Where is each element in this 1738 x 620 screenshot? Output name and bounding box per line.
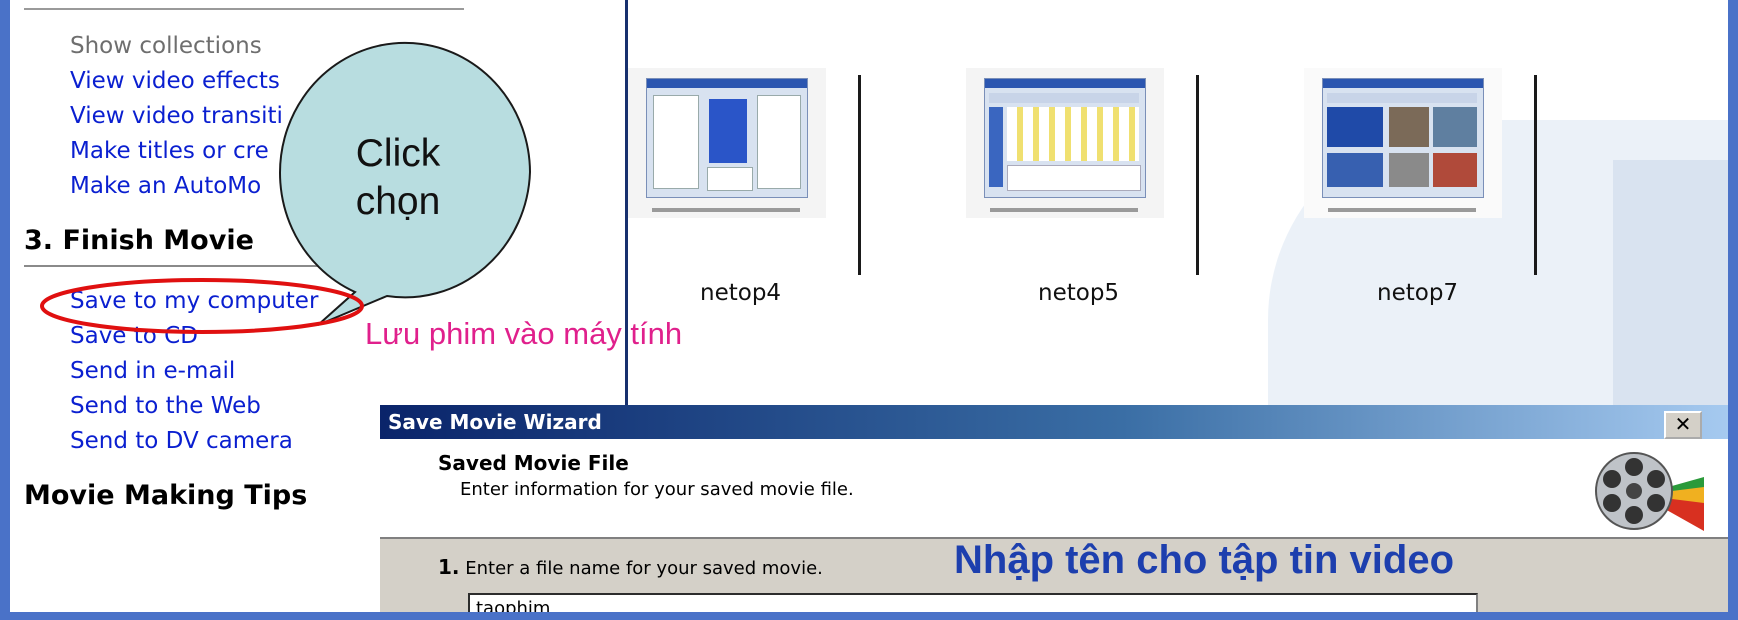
show-collections-link[interactable]: Show collections xyxy=(70,33,262,59)
finish-movie-heading: 3. Finish Movie xyxy=(24,225,254,256)
filename-input[interactable] xyxy=(468,593,1478,612)
save-annotation: Lưu phim vào máy tính xyxy=(365,316,683,351)
thumbnail-label: netop4 xyxy=(700,280,782,306)
callout-line: chọn xyxy=(355,180,441,223)
save-to-computer-link[interactable]: Save to my computer xyxy=(70,288,318,314)
step-text: Enter a file name for your saved movie. xyxy=(465,558,823,579)
filename-annotation: Nhập tên cho tập tin video xyxy=(954,538,1455,582)
clip-thumbnail[interactable] xyxy=(628,68,826,218)
save-to-cd-link[interactable]: Save to CD xyxy=(70,323,198,349)
slide-canvas: Show collections View video effects View… xyxy=(10,0,1728,612)
send-in-email-link[interactable]: Send in e-mail xyxy=(70,358,235,384)
section-divider xyxy=(24,265,464,267)
wizard-header-title: Saved Movie File xyxy=(438,451,629,475)
filename-step-label: 1. Enter a file name for your saved movi… xyxy=(438,555,823,579)
movie-making-tips-heading: Movie Making Tips xyxy=(24,480,308,511)
view-video-effects-link[interactable]: View video effects xyxy=(70,68,280,94)
thumbnail-label: netop5 xyxy=(1038,280,1120,306)
thumbnail-divider xyxy=(1534,75,1537,275)
send-to-web-link[interactable]: Send to the Web xyxy=(70,393,261,419)
make-titles-link[interactable]: Make titles or cre xyxy=(70,138,269,164)
thumbnail-divider xyxy=(1196,75,1199,275)
dialog-title: Save Movie Wizard xyxy=(388,410,602,434)
make-automovie-link[interactable]: Make an AutoMo xyxy=(70,173,261,199)
callout-line: Click xyxy=(355,132,441,175)
thumbnail-label: netop7 xyxy=(1377,280,1459,306)
thumbnail-image xyxy=(984,78,1146,198)
view-video-transitions-link[interactable]: View video transiti xyxy=(70,103,283,129)
thumbnail-divider xyxy=(858,75,861,275)
wizard-header-subtitle: Enter information for your saved movie f… xyxy=(460,479,854,500)
send-to-dv-camera-link[interactable]: Send to DV camera xyxy=(70,428,293,454)
step-number: 1. xyxy=(438,555,460,579)
thumbnail-image xyxy=(646,78,808,198)
close-button[interactable]: ✕ xyxy=(1664,411,1702,439)
film-reel-icon xyxy=(1595,452,1704,531)
thumbnail-image xyxy=(1322,78,1484,198)
clip-thumbnail[interactable] xyxy=(1304,68,1502,218)
dialog-title-bar[interactable]: Save Movie Wizard ✕ xyxy=(380,405,1728,439)
section-divider xyxy=(24,8,464,10)
callout-text: Click chọn xyxy=(328,130,468,226)
wizard-header: Saved Movie File Enter information for y… xyxy=(380,439,1728,539)
clip-thumbnail[interactable] xyxy=(966,68,1164,218)
